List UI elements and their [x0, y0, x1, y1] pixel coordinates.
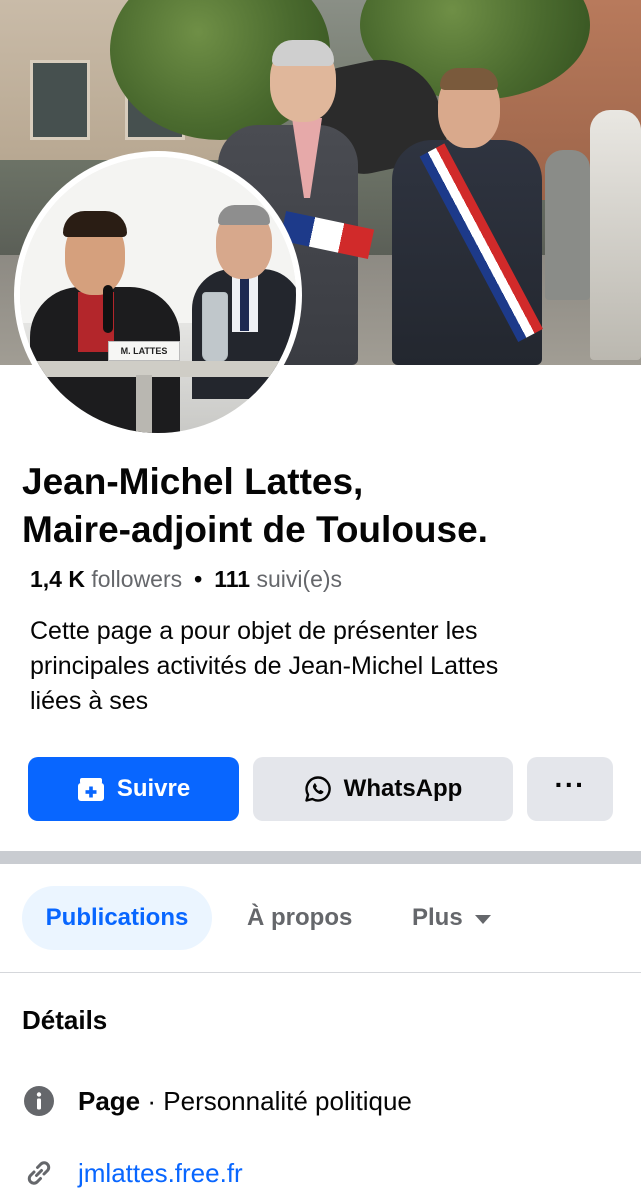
followers-label: followers — [91, 566, 183, 592]
cover-window — [30, 60, 90, 140]
avatar-person-tie — [240, 275, 249, 331]
description-line: Cette page a pour objet de présenter les — [30, 617, 478, 645]
page-title-line2: Maire-adjoint de Toulouse. — [22, 509, 488, 550]
detail-category: Page · Personnalité politique — [22, 1084, 412, 1118]
tab-plus[interactable]: Plus — [412, 886, 491, 950]
detail-website: jmlattes.free.fr — [22, 1156, 243, 1190]
tab-publications[interactable]: Publications — [22, 886, 212, 950]
follow-page-icon — [77, 776, 105, 802]
tab-label: Plus — [412, 904, 463, 931]
cover-bystander — [590, 110, 641, 360]
website-link[interactable]: jmlattes.free.fr — [78, 1158, 243, 1189]
avatar-person-hair — [218, 205, 270, 225]
water-carafe — [202, 292, 228, 362]
more-options-button[interactable]: ··· — [527, 757, 613, 821]
following-link[interactable]: 111 suivi(e)s — [214, 566, 342, 592]
page-description: Cette page a pour objet de présenter les… — [30, 614, 620, 719]
cover-person-hair — [272, 40, 334, 66]
page-title-line1: Jean-Michel Lattes, — [22, 461, 364, 502]
cover-bystander — [545, 150, 590, 300]
avatar-person-hair — [63, 211, 127, 237]
followers-count: 1,4 K — [30, 566, 85, 592]
following-count: 111 — [214, 566, 251, 592]
tab-label: Publications — [45, 904, 189, 931]
tabs-divider — [0, 972, 641, 973]
page-title: Jean-Michel Lattes, Maire-adjoint de Tou… — [22, 458, 622, 554]
followers-link[interactable]: 1,4 K followers — [30, 566, 182, 592]
avatar: M. LATTES — [20, 157, 296, 433]
details-heading: Détails — [22, 1005, 108, 1035]
avatar-table — [20, 361, 296, 377]
stats-separator: • — [194, 566, 203, 592]
info-icon — [22, 1084, 56, 1118]
follow-button-label: Suivre — [116, 775, 191, 802]
more-options-icon: ··· — [554, 769, 586, 800]
description-line: principales activités de Jean-Michel Lat… — [30, 652, 499, 680]
category-value: Personnalité politique — [163, 1085, 412, 1116]
profile-picture[interactable]: M. LATTES — [14, 151, 302, 439]
description-line: liées à ses — [30, 687, 149, 715]
avatar-table-leg — [136, 375, 152, 433]
nameplate: M. LATTES — [108, 341, 180, 361]
link-icon — [22, 1156, 56, 1190]
tab-label: À propos — [247, 904, 353, 931]
follow-button[interactable]: Suivre — [28, 757, 239, 821]
microphone — [103, 285, 113, 333]
following-label: suivi(e)s — [256, 566, 343, 592]
category-prefix: Page — [78, 1085, 141, 1116]
cover-person-hair — [440, 68, 498, 90]
whatsapp-button-label: WhatsApp — [343, 775, 463, 802]
follower-stats: 1,4 K followers • 111 suivi(e)s — [30, 566, 342, 593]
whatsapp-button[interactable]: WhatsApp — [253, 757, 513, 821]
section-divider — [0, 851, 641, 864]
whatsapp-icon — [304, 775, 332, 803]
caret-down-icon — [474, 915, 491, 924]
category-separator: · — [140, 1085, 164, 1116]
tab-a-propos[interactable]: À propos — [247, 886, 352, 950]
